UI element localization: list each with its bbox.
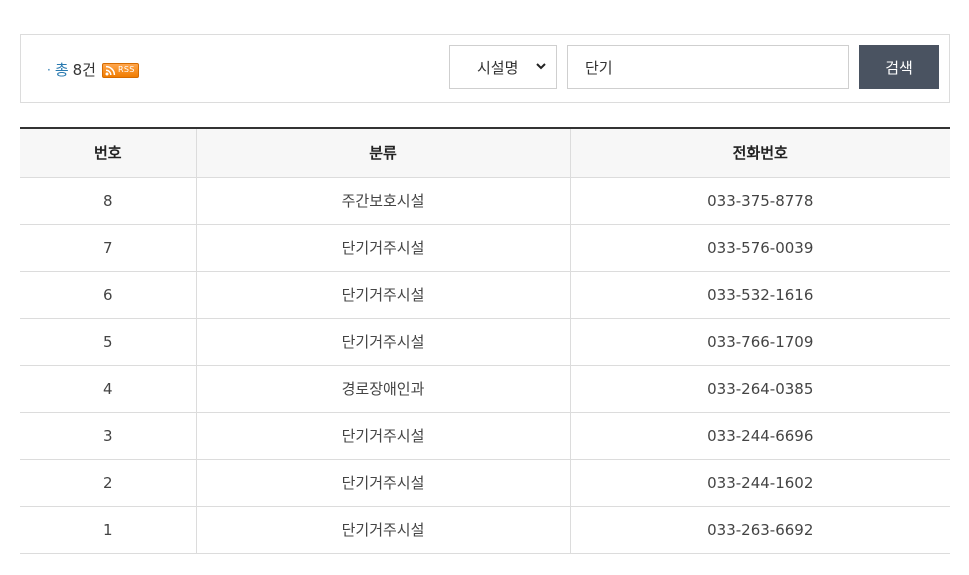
table-row[interactable]: 4 경로장애인과 033-264-0385 [20,365,950,413]
search-field-selected: 시설명 [477,58,519,77]
cell-category: 단기거주시설 [195,271,570,319]
chevron-down-icon [536,63,546,70]
table-row[interactable]: 8 주간보호시설 033-375-8778 [20,177,950,225]
search-input[interactable] [567,45,849,89]
bullet: · [47,63,51,77]
table-row[interactable]: 1 단기거주시설 033-263-6692 [20,506,950,554]
header-number: 번호 [20,128,196,178]
table-row[interactable]: 3 단기거주시설 033-244-6696 [20,412,950,460]
total-count-value: 8건 [72,61,96,79]
cell-phone: 033-576-0039 [569,224,950,272]
cell-category: 단기거주시설 [195,506,570,554]
rss-feed-button[interactable]: RSS [101,62,139,78]
search-bar: · 총 8건 RSS 시설명 검색 [20,34,950,103]
table-row[interactable]: 6 단기거주시설 033-532-1616 [20,271,950,319]
cell-number: 8 [20,177,196,225]
cell-category: 주간보호시설 [195,177,570,225]
rss-label: RSS [117,65,135,74]
rss-feed-icon [105,65,116,75]
header-phone: 전화번호 [569,128,950,178]
cell-phone: 033-263-6692 [569,506,950,554]
cell-number: 3 [20,412,196,460]
cell-phone: 033-244-6696 [569,412,950,460]
cell-number: 2 [20,459,196,507]
facility-table: 번호 분류 전화번호 8 주간보호시설 033-375-8778 7 단기거주시… [20,127,950,554]
search-button[interactable]: 검색 [859,45,939,89]
total-count: · 총 8건 RSS [47,60,139,80]
cell-category: 단기거주시설 [195,224,570,272]
table-row[interactable]: 7 단기거주시설 033-576-0039 [20,224,950,272]
header-category: 분류 [195,128,570,178]
cell-category: 단기거주시설 [195,459,570,507]
cell-number: 4 [20,365,196,413]
cell-phone: 033-375-8778 [569,177,950,225]
cell-phone: 033-532-1616 [569,271,950,319]
cell-category: 경로장애인과 [195,365,570,413]
cell-phone: 033-244-1602 [569,459,950,507]
table-row[interactable]: 2 단기거주시설 033-244-1602 [20,459,950,507]
table-header-row: 번호 분류 전화번호 [20,128,950,178]
cell-category: 단기거주시설 [195,412,570,460]
cell-number: 7 [20,224,196,272]
cell-phone: 033-264-0385 [569,365,950,413]
search-field-select[interactable]: 시설명 [449,45,557,89]
cell-number: 5 [20,318,196,366]
cell-number: 1 [20,506,196,554]
cell-phone: 033-766-1709 [569,318,950,366]
cell-category: 단기거주시설 [195,318,570,366]
cell-number: 6 [20,271,196,319]
table-row[interactable]: 5 단기거주시설 033-766-1709 [20,318,950,366]
total-label: 총 [54,61,69,79]
